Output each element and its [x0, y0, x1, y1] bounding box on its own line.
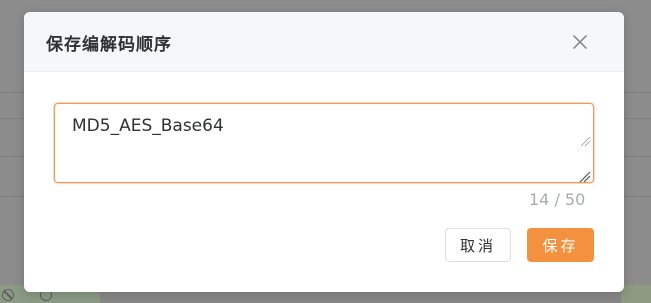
disabled-icon — [2, 289, 14, 301]
character-count: 14 / 50 — [529, 190, 586, 209]
close-icon[interactable] — [570, 32, 590, 52]
save-button[interactable]: 保存 — [527, 228, 594, 262]
resize-grip-icon — [579, 132, 591, 147]
textarea-value[interactable]: MD5_AES_Base64 — [72, 116, 224, 136]
background-highlight-right — [621, 285, 651, 303]
cancel-button[interactable]: 取消 — [445, 228, 511, 262]
save-codec-order-dialog: 保存编解码顺序 MD5_AES_Base64 14 / 50 取消 保存 — [24, 12, 624, 292]
dialog-title: 保存编解码顺序 — [46, 35, 172, 55]
resize-handle-icon[interactable] — [579, 168, 591, 183]
codec-order-textarea[interactable]: MD5_AES_Base64 — [54, 103, 594, 183]
dialog-header: 保存编解码顺序 — [24, 12, 624, 72]
